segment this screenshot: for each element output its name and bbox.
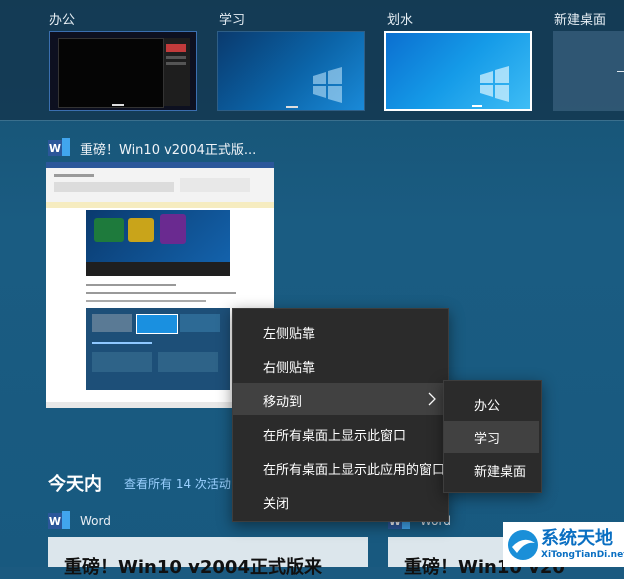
watermark-name: 系统天地: [541, 528, 613, 549]
menu-item-close[interactable]: 关闭: [233, 487, 448, 519]
word-app-icon: W: [48, 138, 70, 158]
view-all-activities-link[interactable]: 查看所有 14 次活动: [124, 475, 231, 492]
activity-card[interactable]: 重磅！Win10 v2004正式版来: [48, 537, 368, 578]
windows-logo-icon: [313, 67, 342, 103]
word-app-icon: W: [48, 511, 70, 531]
menu-item-snap-left[interactable]: 左侧贴靠: [233, 317, 448, 349]
menu-item-show-window-all-desktops[interactable]: 在所有桌面上显示此窗口: [233, 419, 448, 451]
submenu-item-study[interactable]: 学习: [444, 421, 539, 453]
desktop-label-office: 办公: [49, 13, 76, 28]
new-desktop-button[interactable]: [553, 31, 624, 111]
desktop-thumbnail-office[interactable]: [49, 31, 197, 111]
move-to-submenu: 办公 学习 新建桌面: [443, 380, 542, 493]
context-menu: 左侧贴靠 右侧贴靠 移动到 在所有桌面上显示此窗口 在所有桌面上显示此应用的窗口…: [232, 308, 449, 522]
window-title: 重磅！Win10 v2004正式版...: [80, 142, 257, 158]
desktop-thumbnail-slacking[interactable]: [384, 31, 532, 111]
card-title: 重磅！Win10 v2004正式版来: [64, 557, 322, 578]
watermark-url: XiTongTianDi.net: [541, 550, 624, 560]
card-app-name: Word: [80, 514, 111, 528]
menu-item-show-app-all-desktops[interactable]: 在所有桌面上显示此应用的窗口: [233, 453, 448, 485]
plus-icon: [617, 71, 624, 72]
bar-divider: [0, 120, 624, 121]
chevron-right-icon: [428, 392, 436, 406]
desktop-label-study: 学习: [219, 13, 246, 28]
word-letter: W: [48, 140, 62, 156]
desktop-thumbnail-study[interactable]: [217, 31, 365, 111]
desktop-label-slacking: 划水: [387, 13, 414, 28]
windows-logo-icon: [480, 66, 509, 102]
globe-logo-icon: [508, 530, 538, 560]
menu-item-move-to-label: 移动到: [263, 395, 303, 410]
menu-item-move-to[interactable]: 移动到: [233, 383, 446, 415]
menu-item-snap-right[interactable]: 右侧贴靠: [233, 351, 448, 383]
submenu-item-office[interactable]: 办公: [444, 389, 541, 421]
desktop-label-new: 新建桌面: [554, 13, 607, 28]
submenu-item-new-desktop[interactable]: 新建桌面: [444, 455, 541, 487]
site-watermark: 系统天地 XiTongTianDi.net: [503, 522, 624, 567]
timeline-heading: 今天内: [48, 474, 102, 495]
window-header: W 重磅！Win10 v2004正式版...: [48, 138, 256, 158]
